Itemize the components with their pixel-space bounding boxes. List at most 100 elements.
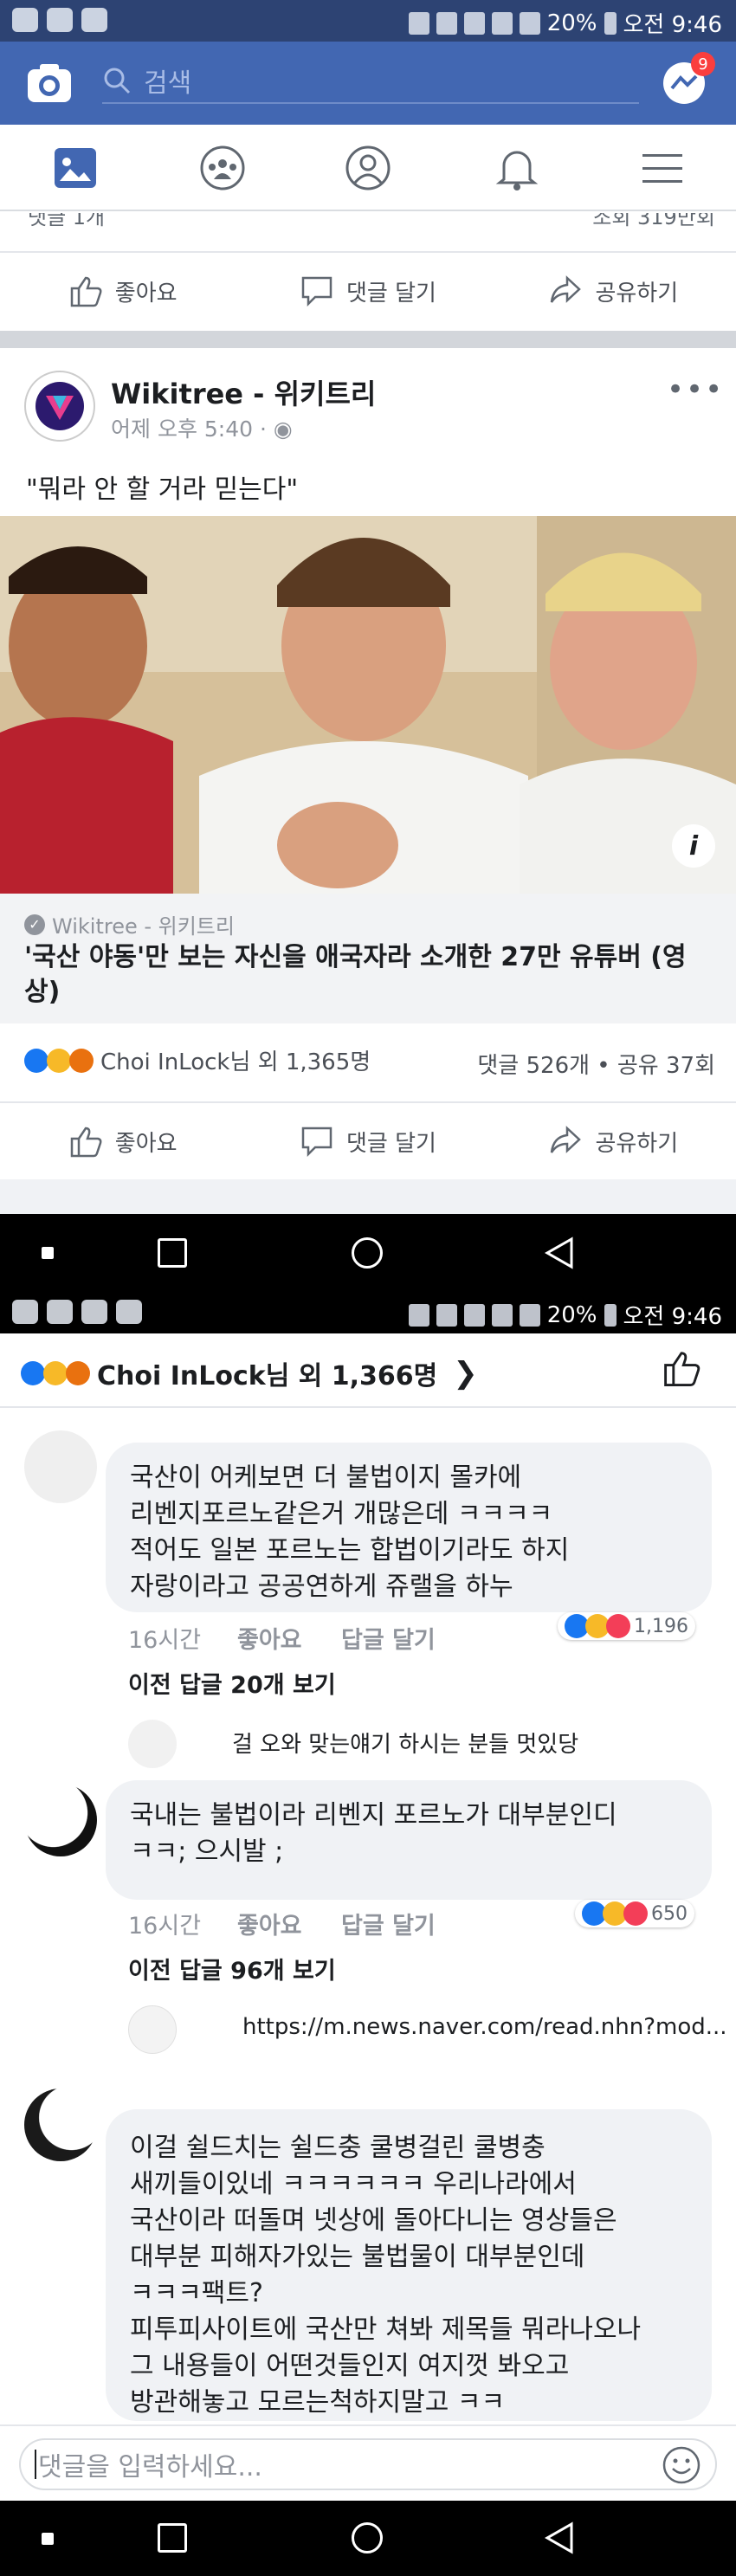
tab-profile[interactable]	[341, 142, 395, 194]
post-stats[interactable]: 댓글 526개 • 공유 37회	[477, 1048, 715, 1080]
back-button[interactable]	[544, 2521, 575, 2554]
share-button[interactable]: 공유하기	[491, 274, 736, 307]
comment-label: 댓글 달기	[346, 1130, 436, 1157]
messenger-icon[interactable]: 9	[662, 52, 715, 109]
share-button[interactable]: 공유하기	[491, 1125, 736, 1158]
view-previous-replies[interactable]: 이전 답글 20개 보기	[128, 1666, 336, 1700]
commenter-avatar[interactable]	[24, 2089, 97, 2161]
home-button[interactable]	[352, 1237, 383, 1269]
reply-preview[interactable]: https://m.news.naver.com/read.nhn?mod...	[242, 2014, 727, 2040]
signal-icon	[519, 11, 540, 35]
comment-time: 16시간	[128, 1913, 202, 1940]
camera-icon[interactable]	[26, 61, 73, 106]
comment-button[interactable]: 댓글 달기	[245, 274, 490, 307]
chevron-right-icon: ❯	[453, 1356, 478, 1391]
comment-button[interactable]: 댓글 달기	[245, 1125, 490, 1158]
notification-icons	[12, 1300, 142, 1324]
comment-reply-button[interactable]: 답글 달기	[341, 1621, 436, 1655]
tab-menu[interactable]	[636, 142, 689, 194]
tab-news-feed[interactable]	[48, 142, 102, 194]
bell-icon	[495, 151, 539, 190]
reply-preview[interactable]: 걸 오와 맞는얘기 하시는 분들 멋있당	[232, 1727, 578, 1759]
android-navigation-bar	[0, 2501, 736, 2576]
link-source-row: ✓ Wikitree - 위키트리	[24, 909, 235, 939]
reply-avatar[interactable]	[128, 1720, 177, 1768]
comment-like-button[interactable]: 좋아요	[237, 1907, 302, 1940]
wifi-icon	[491, 11, 513, 35]
share-label: 공유하기	[595, 1130, 679, 1157]
comment-like-button[interactable]: 좋아요	[237, 1621, 302, 1655]
android-navigation-bar	[0, 1214, 736, 1292]
previous-post-view-count: 조회 319만회	[592, 213, 715, 229]
recents-button[interactable]	[158, 1238, 187, 1268]
comment-label: 댓글 달기	[346, 280, 436, 307]
view-previous-replies[interactable]: 이전 답글 96개 보기	[128, 1952, 336, 1985]
more-options-icon[interactable]: •••	[667, 372, 724, 407]
angry-reaction-icon	[69, 1048, 94, 1073]
recent-apps-dot-icon[interactable]	[42, 1247, 54, 1259]
tab-groups[interactable]	[196, 142, 249, 194]
comment-reaction-count: 1,196	[634, 1615, 688, 1637]
emoji-icon[interactable]	[662, 2445, 701, 2485]
page-avatar[interactable]	[24, 371, 95, 442]
battery-level: 20%	[546, 1301, 597, 1328]
share-icon	[551, 1126, 582, 1153]
commenter-avatar[interactable]	[24, 1784, 97, 1856]
thumbs-up-icon	[70, 276, 102, 307]
comment-reply-button[interactable]: 답글 달기	[341, 1907, 436, 1940]
like-label: 좋아요	[114, 280, 178, 307]
recent-apps-dot-icon[interactable]	[42, 2533, 54, 2545]
clock: 오전 9:46	[623, 1304, 723, 1330]
search-icon	[104, 68, 131, 94]
battery-icon	[604, 1303, 617, 1327]
comment-composer: 댓글을 입력하세요...	[0, 2424, 736, 2501]
reactions-count: Choi InLock님 외 1,365명	[100, 1049, 371, 1075]
like-reaction-icon	[21, 1361, 45, 1385]
reactions-summary[interactable]: Choi InLock님 외 1,366명 ❯	[21, 1354, 478, 1392]
like-button[interactable]: 좋아요	[0, 274, 245, 307]
previous-post-actions: 좋아요 댓글 달기 공유하기	[0, 251, 736, 329]
notification-icons	[12, 8, 107, 32]
globe-icon: ◉	[273, 416, 293, 442]
app-notification-icon	[116, 1300, 142, 1324]
vibrate-icon	[436, 1303, 457, 1327]
love-reaction-icon	[623, 1901, 648, 1926]
app-notification-icon	[12, 8, 38, 32]
post-timestamp: 어제 오후 5:40 · ◉	[111, 412, 293, 443]
comment-reactions[interactable]: 650	[575, 1900, 694, 1927]
reactions-summary[interactable]: Choi InLock님 외 1,365명	[24, 1044, 371, 1076]
text-cursor	[35, 2450, 36, 2479]
share-label: 공유하기	[595, 280, 679, 307]
reply-avatar[interactable]	[128, 2005, 177, 2054]
like-button[interactable]: 좋아요	[0, 1125, 245, 1158]
search-input[interactable]: 검색	[102, 59, 639, 104]
back-button[interactable]	[544, 1236, 575, 1269]
like-reaction-icon	[24, 1048, 48, 1073]
post-image[interactable]: i	[0, 516, 736, 894]
haha-reaction-icon	[47, 1048, 71, 1073]
recents-button[interactable]	[158, 2523, 187, 2553]
battery-icon	[604, 11, 617, 35]
comment-bubble: 국산이 어케보면 더 불법이지 몰카에 리벤지포르노같은거 개많은데 ㅋㅋㅋㅋ …	[106, 1443, 712, 1612]
page-name[interactable]: Wikitree - 위키트리	[111, 372, 376, 412]
vibrate-icon	[436, 11, 457, 35]
tab-notifications[interactable]	[490, 142, 544, 194]
commenter-avatar[interactable]	[24, 1430, 97, 1503]
link-preview[interactable]: ✓ Wikitree - 위키트리 '국산 야동'만 보는 자신을 애국자라 소…	[0, 894, 736, 1023]
comment-bubble: 국내는 불법이라 리벤지 포르노가 대부분인디 ㅋㅋ; 으시발 ;	[106, 1780, 712, 1900]
status-bar: 20% 오전 9:46	[0, 0, 736, 42]
reactions-count: Choi InLock님 외 1,366명	[97, 1361, 438, 1391]
signal-icon	[519, 1303, 540, 1327]
comment-reactions[interactable]: 1,196	[558, 1612, 695, 1640]
battery-level: 20%	[546, 10, 597, 36]
status-bar: 20% 오전 9:46	[0, 1292, 736, 1333]
home-button[interactable]	[352, 2522, 383, 2553]
feed-bottom-gap	[0, 1179, 736, 1214]
thumbs-up-icon[interactable]	[662, 1349, 701, 1387]
post-separator	[0, 331, 736, 348]
comment-input[interactable]: 댓글을 입력하세요...	[19, 2438, 717, 2490]
link-title: '국산 야동'만 보는 자신을 애국자라 소개한 27만 유튜버 (영상)	[24, 942, 687, 1007]
info-icon[interactable]: i	[672, 824, 715, 868]
comment-reaction-count: 650	[651, 1902, 688, 1925]
alarm-icon	[463, 11, 485, 35]
